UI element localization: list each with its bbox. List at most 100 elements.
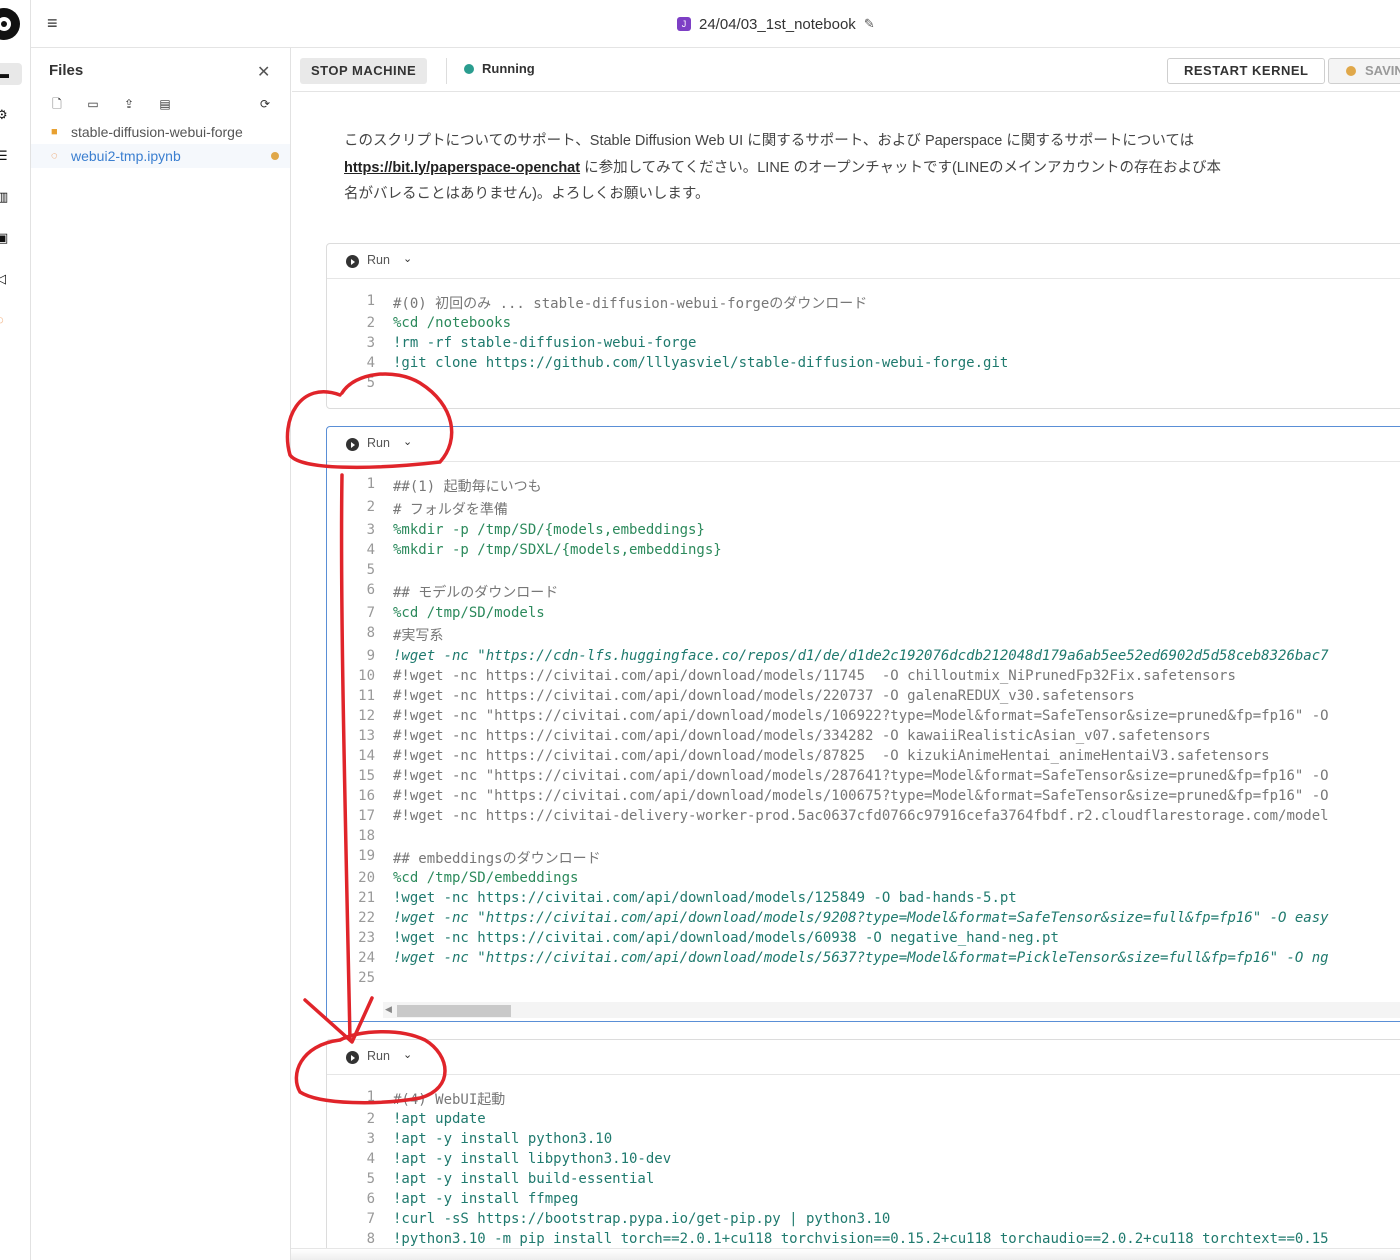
run-icon[interactable] bbox=[346, 1051, 359, 1064]
toolbar-divider bbox=[446, 58, 447, 84]
notebook-toolbar: STOP MACHINE Running RESTART KERNEL SAVI… bbox=[292, 48, 1400, 92]
status-label: Running bbox=[482, 61, 535, 76]
code-line: #!wget -nc https://civitai.com/api/downl… bbox=[393, 688, 1135, 704]
code-line: !apt update bbox=[393, 1111, 486, 1127]
code-line: #!wget -nc https://civitai.com/api/downl… bbox=[393, 728, 1211, 744]
run-button[interactable]: Run bbox=[367, 436, 390, 450]
stop-machine-button[interactable]: STOP MACHINE bbox=[300, 58, 428, 84]
file-item-label: webui2-tmp.ipynb bbox=[71, 148, 181, 164]
horizontal-scrollbar[interactable] bbox=[383, 1002, 1400, 1018]
code-line: %cd /tmp/SD/models bbox=[393, 605, 545, 621]
line-number: 5 bbox=[366, 375, 375, 391]
line-number: 8 bbox=[366, 1231, 375, 1247]
line-number: 17 bbox=[358, 808, 375, 824]
upload-icon[interactable]: ⇪ bbox=[121, 96, 137, 112]
upload-folder-icon[interactable]: ▤ bbox=[157, 96, 173, 112]
line-number: 1 bbox=[366, 293, 375, 309]
markdown-cell: このスクリプトについてのサポート、Stable Diffusion Web UI… bbox=[344, 128, 1264, 208]
line-number: 4 bbox=[366, 1151, 375, 1167]
line-number: 9 bbox=[366, 648, 375, 664]
line-number: 19 bbox=[358, 848, 375, 864]
files-panel-title: Files bbox=[49, 62, 84, 79]
code-line: #!wget -nc https://civitai.com/api/downl… bbox=[393, 748, 1270, 764]
markdown-line: このスクリプトについてのサポート、Stable Diffusion Web UI… bbox=[344, 133, 1195, 149]
code-cell[interactable]: Run ⌄ 1 #(0) 初回のみ ... stable-diffusion-we… bbox=[326, 243, 1400, 409]
line-number: 2 bbox=[366, 1111, 375, 1127]
metrics-icon[interactable]: ▥ bbox=[0, 186, 18, 208]
line-number: 3 bbox=[366, 335, 375, 351]
jupyter-notebook-icon: ◌ bbox=[51, 150, 58, 162]
edit-icon[interactable]: ✎ bbox=[864, 16, 875, 32]
chevron-down-icon[interactable]: ⌄ bbox=[403, 1048, 412, 1061]
new-file-icon[interactable]: 🗋 bbox=[49, 96, 65, 112]
code-line: # フォルダを準備 bbox=[393, 502, 508, 518]
save-label: SAVING bbox=[1365, 63, 1400, 78]
line-number: 3 bbox=[366, 1131, 375, 1147]
cell-header: Run ⌄ bbox=[327, 427, 1400, 462]
jupyter-icon[interactable]: ◌ bbox=[0, 309, 18, 331]
refresh-icon[interactable]: ⟳ bbox=[257, 96, 273, 112]
layers-icon[interactable]: ☰ bbox=[0, 145, 18, 167]
notebook-title[interactable]: J 24/04/03_1st_notebook ✎ bbox=[677, 13, 875, 35]
close-icon[interactable]: ✕ bbox=[257, 62, 270, 82]
run-icon[interactable] bbox=[346, 438, 359, 451]
code-line: %cd /tmp/SD/embeddings bbox=[393, 870, 579, 886]
cell-header: Run ⌄ bbox=[327, 1040, 1400, 1075]
line-number: 3 bbox=[366, 522, 375, 538]
files-panel: Files ✕ 🗋 ▭ ⇪ ▤ ⟳ ■ stable-diffusion-web… bbox=[31, 48, 291, 1260]
code-line: !curl -sS https://bootstrap.pypa.io/get-… bbox=[393, 1211, 891, 1227]
code-line: #(0) 初回のみ ... stable-diffusion-webui-for… bbox=[393, 296, 868, 312]
scroll-left-icon[interactable]: ◀ bbox=[385, 1004, 392, 1015]
run-button[interactable]: Run bbox=[367, 1049, 390, 1063]
new-folder-icon[interactable]: ▭ bbox=[85, 96, 101, 112]
code-line: %mkdir -p /tmp/SD/{models,embeddings} bbox=[393, 522, 705, 538]
line-number: 13 bbox=[358, 728, 375, 744]
unsaved-indicator bbox=[271, 152, 279, 160]
run-icon[interactable] bbox=[346, 255, 359, 268]
vscode-icon[interactable]: ◁ bbox=[0, 268, 18, 290]
line-number: 15 bbox=[358, 768, 375, 784]
openchat-link[interactable]: https://bit.ly/paperspace-openchat bbox=[344, 160, 580, 176]
bottom-edge bbox=[291, 1248, 1400, 1260]
cell-header: Run ⌄ bbox=[327, 244, 1400, 279]
restart-kernel-button[interactable]: RESTART KERNEL bbox=[1167, 58, 1326, 84]
line-number: 23 bbox=[358, 930, 375, 946]
run-button[interactable]: Run bbox=[367, 253, 390, 267]
machine-status: Running bbox=[464, 61, 535, 76]
line-number: 6 bbox=[366, 582, 375, 598]
scrollbar-thumb[interactable] bbox=[397, 1005, 511, 1017]
code-line: #(4) WebUI起動 bbox=[393, 1092, 506, 1108]
code-line: #!wget -nc "https://civitai.com/api/down… bbox=[393, 708, 1329, 724]
save-button[interactable]: SAVING bbox=[1328, 58, 1400, 84]
paperspace-logo-icon[interactable] bbox=[0, 8, 20, 40]
code-line: #実写系 bbox=[393, 628, 444, 644]
code-cell[interactable]: Run ⌄ 1 #(4) WebUI起動 2 !apt update 3 !apt -y … bbox=[326, 1039, 1400, 1260]
line-number: 7 bbox=[366, 605, 375, 621]
line-number: 11 bbox=[358, 688, 375, 704]
line-number: 22 bbox=[358, 910, 375, 926]
file-item[interactable]: ■ stable-diffusion-webui-forge bbox=[31, 120, 290, 144]
status-dot-icon bbox=[464, 63, 474, 74]
code-line: !apt -y install python3.10 bbox=[393, 1131, 613, 1147]
hamburger-menu-icon[interactable]: ≡ bbox=[47, 13, 65, 33]
line-number: 8 bbox=[366, 625, 375, 641]
code-line: !rm -rf stable-diffusion-webui-forge bbox=[393, 335, 697, 351]
cpu-icon[interactable]: ⚙ bbox=[0, 104, 18, 126]
code-line: ## embeddingsのダウンロード bbox=[393, 851, 601, 867]
markdown-line: 名がバレることはありません)。よろしくお願いします。 bbox=[344, 186, 710, 202]
file-item-active[interactable]: ◌ webui2-tmp.ipynb bbox=[31, 144, 290, 168]
notebook-type-badge: J bbox=[677, 17, 691, 31]
code-line: !wget -nc "https://cdn-lfs.huggingface.c… bbox=[393, 648, 1329, 664]
code-line: !apt -y install build-essential bbox=[393, 1171, 655, 1187]
code-line: #!wget -nc "https://civitai.com/api/down… bbox=[393, 788, 1329, 804]
files-icon[interactable]: ▬ bbox=[0, 63, 22, 85]
code-cell-active[interactable]: Run ⌄ 1 ##(1) 起動毎にいつも 2 # フォルダを準備 3 %mkdir -p… bbox=[326, 426, 1400, 1022]
chevron-down-icon[interactable]: ⌄ bbox=[403, 252, 412, 265]
line-number: 10 bbox=[358, 668, 375, 684]
line-number: 2 bbox=[366, 499, 375, 515]
code-line: !apt -y install libpython3.10-dev bbox=[393, 1151, 672, 1167]
code-line: %mkdir -p /tmp/SDXL/{models,embeddings} bbox=[393, 542, 722, 558]
chevron-down-icon[interactable]: ⌄ bbox=[403, 435, 412, 448]
top-bar: ≡ J 24/04/03_1st_notebook ✎ bbox=[31, 0, 1400, 48]
terminal-icon[interactable]: ▣ bbox=[0, 227, 18, 249]
